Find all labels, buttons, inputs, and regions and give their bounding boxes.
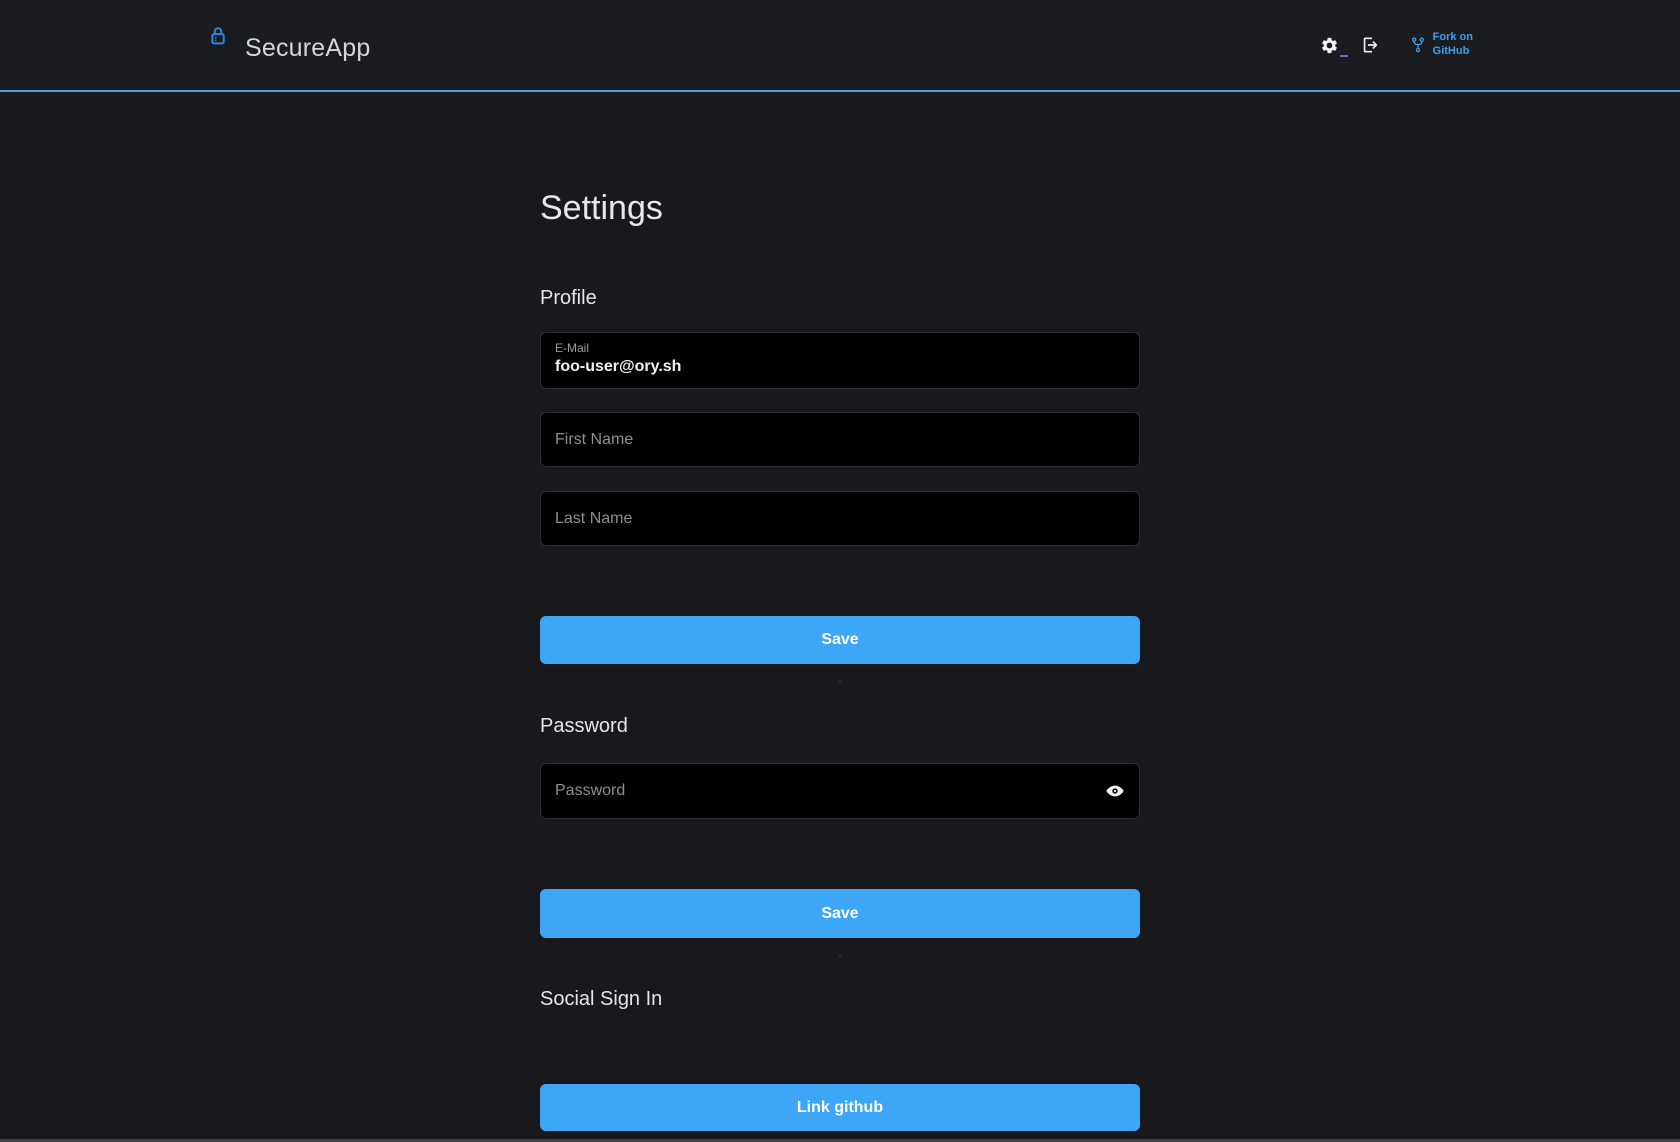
fork-link-text: Fork on GitHub bbox=[1433, 31, 1473, 59]
brand: SecureApp bbox=[207, 26, 371, 65]
password-form-dot: . bbox=[540, 946, 1140, 960]
first-name-input[interactable] bbox=[555, 431, 1125, 449]
app-header: SecureApp bbox=[0, 0, 1680, 92]
email-field[interactable]: E-Mail bbox=[540, 332, 1140, 389]
settings-page: SecureApp bbox=[0, 0, 1680, 1142]
link-github-button[interactable]: Link github bbox=[540, 1084, 1140, 1131]
password-heading: Password bbox=[540, 714, 1140, 739]
main-content: Settings Profile E-Mail Save . Password bbox=[540, 92, 1140, 1131]
email-input[interactable] bbox=[555, 358, 1125, 376]
profile-save-button[interactable]: Save bbox=[540, 616, 1140, 664]
last-name-input[interactable] bbox=[555, 510, 1125, 528]
eye-icon bbox=[1105, 781, 1125, 801]
first-name-field[interactable] bbox=[540, 412, 1140, 467]
password-save-button[interactable]: Save bbox=[540, 889, 1140, 938]
header-actions: Fork on GitHub bbox=[1318, 31, 1473, 59]
profile-heading: Profile bbox=[540, 286, 1140, 311]
toggle-password-visibility-button[interactable] bbox=[1103, 779, 1127, 803]
focus-cursor-dash bbox=[1340, 55, 1348, 57]
logout-icon bbox=[1360, 35, 1380, 55]
git-fork-icon bbox=[1409, 35, 1427, 55]
last-name-field[interactable] bbox=[540, 491, 1140, 546]
header-inner: SecureApp bbox=[207, 0, 1473, 90]
profile-form-dot: . bbox=[540, 672, 1140, 686]
settings-button[interactable] bbox=[1318, 34, 1341, 57]
password-field[interactable] bbox=[540, 763, 1140, 819]
lock-icon bbox=[207, 24, 229, 53]
fork-on-github-link[interactable]: Fork on GitHub bbox=[1409, 31, 1473, 59]
password-input[interactable] bbox=[555, 782, 1125, 800]
email-label: E-Mail bbox=[555, 341, 1125, 357]
brand-name: SecureApp bbox=[245, 32, 371, 65]
social-sign-in-heading: Social Sign In bbox=[540, 987, 1140, 1012]
page-title: Settings bbox=[540, 188, 1140, 229]
gear-icon bbox=[1320, 36, 1339, 55]
logout-button[interactable] bbox=[1358, 33, 1382, 57]
